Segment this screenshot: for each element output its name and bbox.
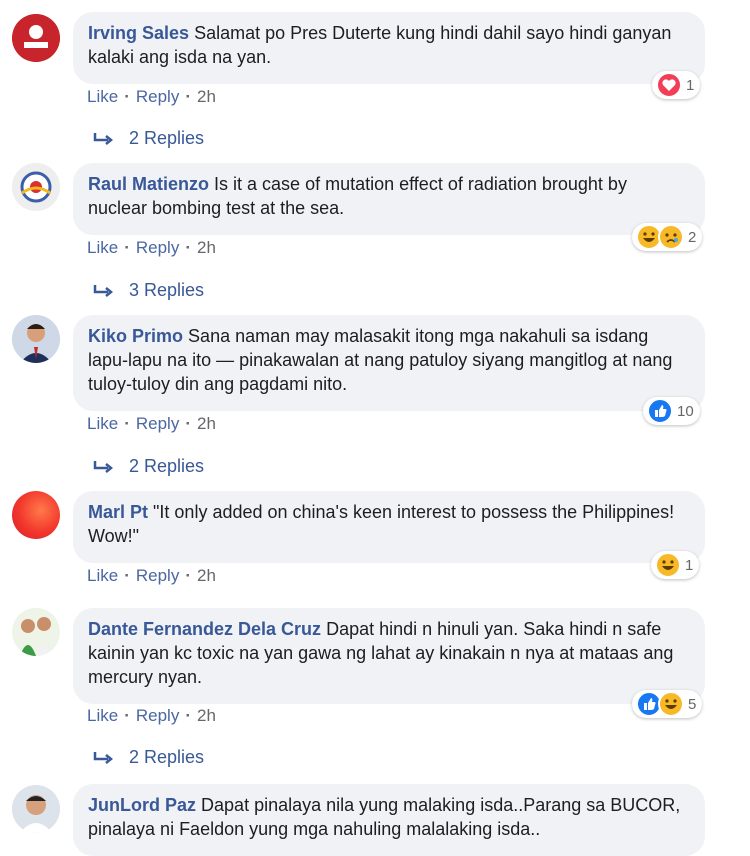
reaction-count: 1 — [685, 556, 694, 574]
heart-reaction-icon — [656, 72, 682, 98]
comment-bubble: Raul Matienzo Is it a case of mutation e… — [73, 163, 705, 235]
reply-arrow-icon — [93, 460, 114, 473]
timestamp[interactable]: 2h — [197, 414, 216, 433]
comment-actions: Like · Reply · 2h — [87, 706, 216, 725]
author-name[interactable]: Dante Fernandez Dela Cruz — [88, 619, 321, 639]
haha-reaction-icon — [658, 691, 684, 717]
reply-link[interactable]: Reply — [136, 414, 179, 433]
view-replies-link[interactable]: 3 Replies — [93, 280, 204, 301]
reaction-summary[interactable]: 10 — [643, 397, 700, 425]
avatar[interactable] — [12, 608, 60, 656]
reply-link[interactable]: Reply — [136, 238, 179, 257]
comment-actions: Like · Reply · 2h — [87, 238, 216, 257]
reaction-count: 5 — [688, 695, 697, 713]
reply-arrow-icon — [93, 132, 114, 145]
author-name[interactable]: Kiko Primo — [88, 326, 183, 346]
comment-bubble: Kiko Primo Sana naman may malasakit iton… — [73, 315, 705, 411]
author-name[interactable]: Marl Pt — [88, 502, 148, 522]
avatar[interactable] — [12, 491, 60, 539]
comment-text: "It only added on china's keen interest … — [88, 502, 675, 546]
comment-actions: Like · Reply · 2h — [87, 566, 216, 585]
author-name[interactable]: Raul Matienzo — [88, 174, 209, 194]
author-name[interactable]: Irving Sales — [88, 23, 189, 43]
timestamp[interactable]: 2h — [197, 238, 216, 257]
comment-bubble: Irving Sales Salamat po Pres Duterte kun… — [73, 12, 705, 84]
replies-count: 2 Replies — [129, 456, 205, 476]
like-link[interactable]: Like — [87, 566, 118, 585]
timestamp[interactable]: 2h — [197, 87, 216, 106]
comment-bubble: JunLord Paz Dapat pinalaya nila yung mal… — [73, 784, 705, 856]
reply-link[interactable]: Reply — [136, 706, 179, 725]
avatar[interactable] — [12, 14, 60, 62]
reaction-count: 2 — [688, 228, 697, 246]
avatar[interactable] — [12, 785, 60, 833]
avatar[interactable] — [12, 315, 60, 363]
like-link[interactable]: Like — [87, 414, 118, 433]
haha-reaction-icon — [655, 552, 681, 578]
like-link[interactable]: Like — [87, 706, 118, 725]
reaction-summary[interactable]: 1 — [651, 551, 700, 579]
replies-count: 2 Replies — [129, 128, 205, 148]
view-replies-link[interactable]: 2 Replies — [93, 456, 204, 477]
comment-bubble: Marl Pt "It only added on china's keen i… — [73, 491, 705, 563]
like-reaction-icon — [647, 398, 673, 424]
timestamp[interactable]: 2h — [197, 566, 216, 585]
reaction-summary[interactable]: 5 — [632, 690, 703, 718]
reply-arrow-icon — [93, 751, 114, 764]
logo-icon — [12, 163, 60, 211]
like-link[interactable]: Like — [87, 238, 118, 257]
reaction-summary[interactable]: 1 — [652, 71, 701, 99]
sad-reaction-icon — [658, 224, 684, 250]
reaction-summary[interactable]: 2 — [632, 223, 703, 251]
reply-link[interactable]: Reply — [136, 87, 179, 106]
person-photo-icon — [12, 315, 60, 363]
view-replies-link[interactable]: 2 Replies — [93, 128, 204, 149]
author-name[interactable]: JunLord Paz — [88, 795, 196, 815]
person-photo-icon — [12, 785, 60, 833]
logo-icon — [12, 14, 60, 62]
reaction-count: 10 — [677, 402, 694, 420]
comment-actions: Like · Reply · 2h — [87, 87, 216, 106]
comment-bubble: Dante Fernandez Dela Cruz Dapat hindi n … — [73, 608, 705, 704]
replies-count: 2 Replies — [129, 747, 205, 767]
avatar[interactable] — [12, 163, 60, 211]
timestamp[interactable]: 2h — [197, 706, 216, 725]
replies-count: 3 Replies — [129, 280, 205, 300]
like-link[interactable]: Like — [87, 87, 118, 106]
comment-actions: Like · Reply · 2h — [87, 414, 216, 433]
person-photo-icon — [12, 608, 60, 656]
reaction-count: 1 — [686, 76, 695, 94]
view-replies-link[interactable]: 2 Replies — [93, 747, 204, 768]
reply-arrow-icon — [93, 284, 114, 297]
reply-link[interactable]: Reply — [136, 566, 179, 585]
